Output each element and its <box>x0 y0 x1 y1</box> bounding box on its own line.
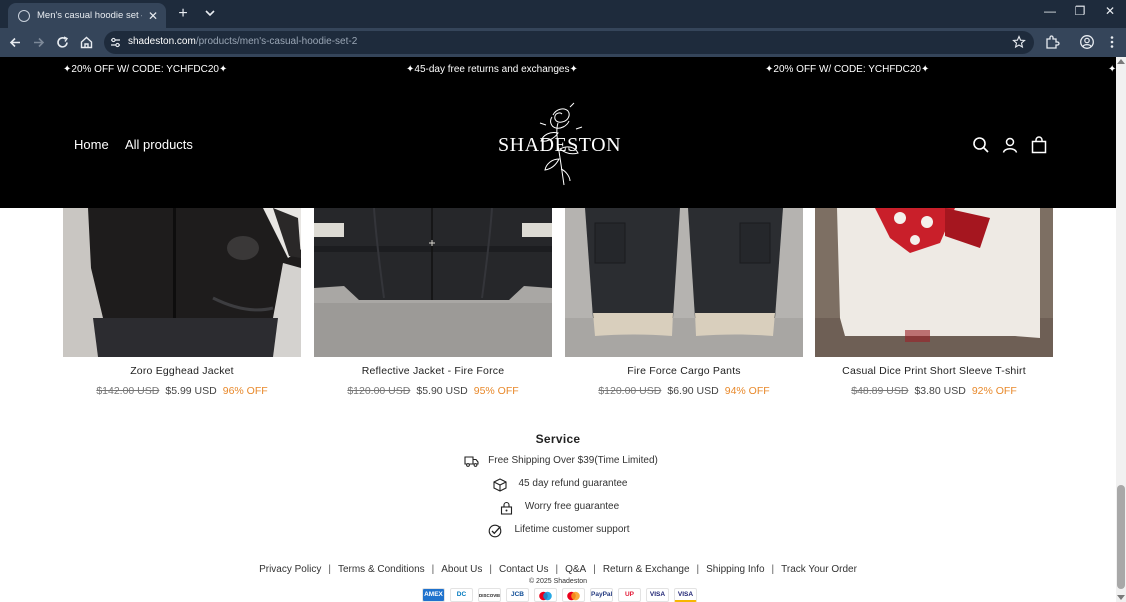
promo-message: ✦20% OFF W/ CODE: YCHFDC20✦ <box>765 64 930 75</box>
browser-toolbar: shadeston.com/products/men's-casual-hood… <box>0 28 1126 57</box>
original-price: $142.00 USD <box>96 385 160 397</box>
product-image[interactable] <box>815 208 1053 357</box>
footer-link-shipping-info[interactable]: Shipping Info <box>699 564 771 575</box>
forward-icon[interactable] <box>30 34 47 51</box>
original-price: $120.00 USD <box>598 385 662 397</box>
back-icon[interactable] <box>7 34 24 51</box>
footer-link-return-exchange[interactable]: Return & Exchange <box>596 564 697 575</box>
discount-badge: 96% OFF <box>222 385 268 397</box>
restore-button[interactable]: ❐ <box>1069 4 1091 22</box>
browser-tab-strip: Men's casual hoodie set – Shadeston ✕ + … <box>0 0 1126 28</box>
discount-badge: 94% OFF <box>724 385 770 397</box>
product-image[interactable] <box>63 208 301 357</box>
footer-link-track-order[interactable]: Track Your Order <box>774 564 864 575</box>
sale-price: $5.90 USD <box>416 385 468 397</box>
amex-icon: AMEX <box>422 588 445 602</box>
product-card[interactable]: Reflective Jacket - Fire Force $120.00 U… <box>314 208 552 397</box>
service-text: Lifetime customer support <box>514 524 630 535</box>
site-header: Home All products SHADESTON <box>0 81 1116 208</box>
service-item: 45 day refund guarantee <box>0 478 1116 494</box>
page-scrollbar[interactable] <box>1116 57 1126 602</box>
sale-price: $5.99 USD <box>165 385 217 397</box>
site-info-icon[interactable] <box>110 37 121 48</box>
minimize-button[interactable]: — <box>1039 4 1061 22</box>
scroll-down-arrow-icon[interactable] <box>1117 595 1125 600</box>
unionpay-icon: UP <box>618 588 641 602</box>
footer-link-qa[interactable]: Q&A <box>558 564 593 575</box>
footer-links: Privacy Policy | Terms & Conditions | About … <box>0 564 1116 575</box>
tab-search-chevron-icon[interactable] <box>203 6 217 20</box>
product-image[interactable] <box>314 208 552 357</box>
service-heading: Service <box>535 432 581 446</box>
promo-message: ✦ <box>1108 64 1117 75</box>
browser-menu-icon[interactable] <box>1104 34 1120 50</box>
product-prices: $48.89 USD $3.80 USD 92% OFF <box>815 385 1053 397</box>
product-card[interactable]: Casual Dice Print Short Sleeve T-shirt $… <box>815 208 1053 397</box>
service-text: Free Shipping Over $39(Time Limited) <box>488 455 658 466</box>
shadeston-logo[interactable]: SHADESTON <box>498 101 622 191</box>
logo-wordmark: SHADESTON <box>498 134 622 156</box>
product-prices: $142.00 USD $5.99 USD 96% OFF <box>63 385 301 397</box>
service-item: Lifetime customer support <box>0 524 1116 540</box>
extensions-icon[interactable] <box>1044 34 1060 50</box>
site-favicon-icon <box>18 9 30 22</box>
product-card[interactable]: Zoro Egghead Jacket $142.00 USD $5.99 USD… <box>63 208 301 397</box>
product-card[interactable]: Fire Force Cargo Pants $120.00 USD $6.90 … <box>565 208 803 397</box>
jcb-icon: JCB <box>506 588 529 602</box>
announcement-bar: ✦20% OFF W/ CODE: YCHFDC20✦ ✦45-day free… <box>0 57 1116 81</box>
footer-link-about-us[interactable]: About Us <box>434 564 489 575</box>
scrollbar-thumb[interactable] <box>1117 485 1125 589</box>
product-name[interactable]: Casual Dice Print Short Sleeve T-shirt <box>815 365 1053 377</box>
address-bar[interactable]: shadeston.com/products/men's-casual-hood… <box>104 31 1034 54</box>
product-name[interactable]: Fire Force Cargo Pants <box>565 365 803 377</box>
close-window-button[interactable]: ✕ <box>1099 4 1121 22</box>
payment-methods: AMEX DC DISCOVER JCB PayPal UP VISA VISA <box>422 588 697 602</box>
home-icon[interactable] <box>78 34 95 51</box>
maestro-icon <box>534 588 557 602</box>
service-item: Worry free guarantee <box>0 501 1116 517</box>
browser-tab[interactable]: Men's casual hoodie set – Shadeston ✕ <box>8 3 166 28</box>
discount-badge: 92% OFF <box>971 385 1017 397</box>
reload-icon[interactable] <box>54 34 71 51</box>
footer-link-terms[interactable]: Terms & Conditions <box>331 564 432 575</box>
product-image[interactable] <box>565 208 803 357</box>
profile-icon[interactable] <box>1079 34 1095 50</box>
sale-price: $3.80 USD <box>914 385 966 397</box>
search-icon[interactable] <box>972 136 990 154</box>
nav-all-products-link[interactable]: All products <box>125 137 193 152</box>
copyright: © 2025 Shadeston <box>528 578 588 585</box>
bookmark-star-icon[interactable] <box>1012 35 1026 49</box>
diners-icon: DC <box>450 588 473 602</box>
original-price: $120.00 USD <box>347 385 411 397</box>
discount-badge: 95% OFF <box>473 385 519 397</box>
product-name[interactable]: Reflective Jacket - Fire Force <box>314 365 552 377</box>
url-text: shadeston.com/products/men's-casual-hood… <box>128 36 358 47</box>
product-prices: $120.00 USD $6.90 USD 94% OFF <box>565 385 803 397</box>
account-icon[interactable] <box>1001 136 1019 154</box>
product-prices: $120.00 USD $5.90 USD 95% OFF <box>314 385 552 397</box>
sale-price: $6.90 USD <box>667 385 719 397</box>
service-text: 45 day refund guarantee <box>518 478 628 489</box>
visa-electron-icon: VISA <box>674 588 697 602</box>
mastercard-icon <box>562 588 585 602</box>
paypal-icon: PayPal <box>590 588 613 602</box>
close-tab-icon[interactable]: ✕ <box>146 9 160 23</box>
visa-icon: VISA <box>646 588 669 602</box>
nav-home-link[interactable]: Home <box>74 137 109 152</box>
new-tab-button[interactable]: + <box>175 5 191 23</box>
scroll-up-arrow-icon[interactable] <box>1117 59 1125 64</box>
discover-icon: DISCOVER <box>478 588 501 602</box>
product-name[interactable]: Zoro Egghead Jacket <box>63 365 301 377</box>
promo-message: ✦45-day free returns and exchanges✦ <box>406 64 578 75</box>
tab-title: Men's casual hoodie set – Shadeston <box>37 10 142 21</box>
footer-link-contact-us[interactable]: Contact Us <box>492 564 555 575</box>
cart-icon[interactable] <box>1030 136 1048 154</box>
original-price: $48.89 USD <box>851 385 909 397</box>
promo-message: ✦20% OFF W/ CODE: YCHFDC20✦ <box>63 64 228 75</box>
service-item: Free Shipping Over $39(Time Limited) <box>0 455 1116 471</box>
footer-link-privacy-policy[interactable]: Privacy Policy <box>252 564 328 575</box>
service-text: Worry free guarantee <box>524 501 620 512</box>
